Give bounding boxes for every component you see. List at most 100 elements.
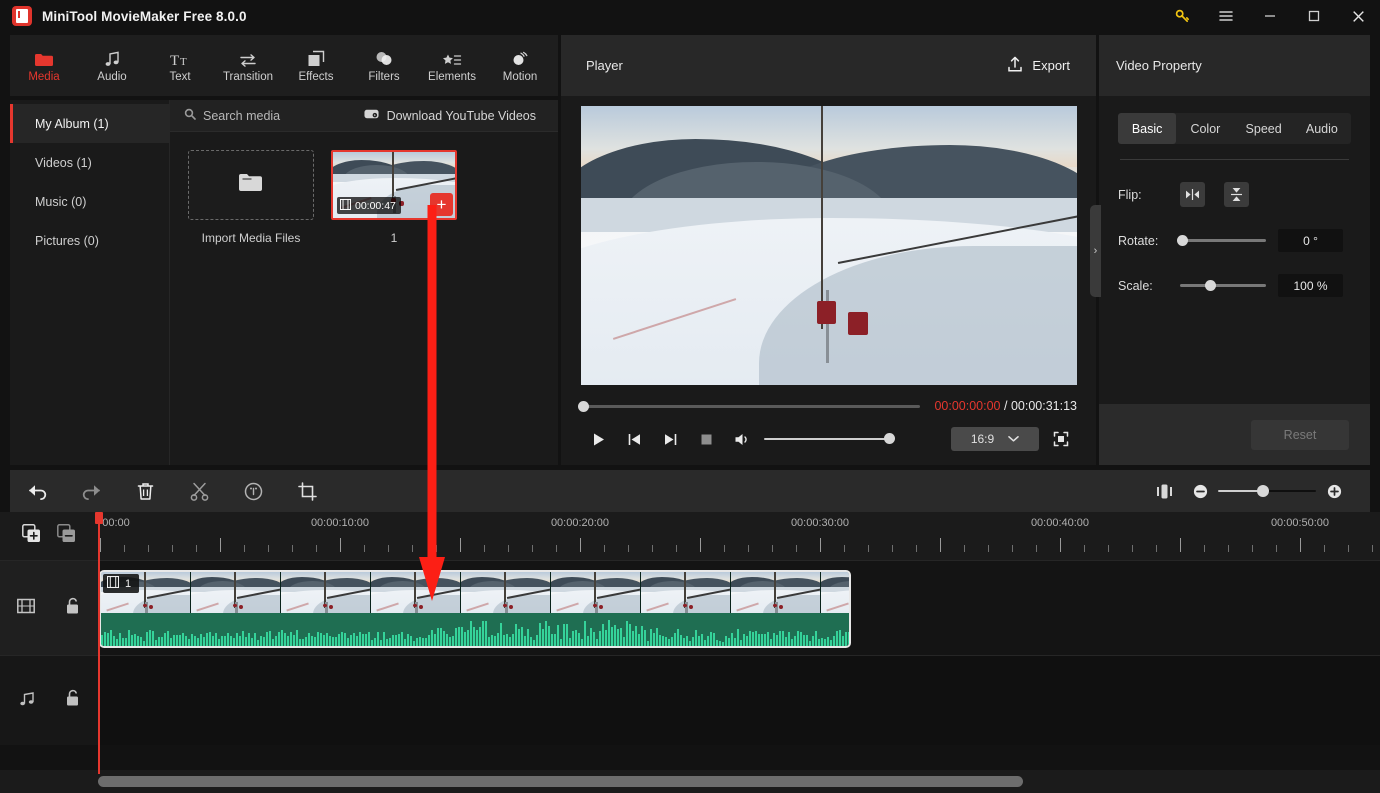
redo-icon[interactable] <box>64 470 118 512</box>
volume-icon[interactable] <box>724 426 760 452</box>
unlock-icon[interactable] <box>65 689 81 712</box>
folder-icon <box>238 172 264 198</box>
seek-bar-row: 00:00:00:00 / 00:00:31:13 <box>578 399 1077 413</box>
timeline-clip[interactable]: 1 <box>99 570 851 648</box>
next-frame-icon[interactable] <box>652 426 688 452</box>
scale-value[interactable]: 100 % <box>1278 274 1343 297</box>
import-media-cell[interactable]: Import Media Files <box>188 150 314 245</box>
sidebar-item-pictures[interactable]: Pictures (0) <box>10 221 169 260</box>
undo-icon[interactable] <box>10 470 64 512</box>
add-track-icon[interactable] <box>22 524 41 548</box>
waveform-bar <box>680 635 682 646</box>
ruler-tick <box>1300 538 1301 552</box>
circles-overlap-icon <box>375 48 393 68</box>
timeline-zoom-slider[interactable] <box>1218 484 1316 497</box>
sidebar-label-my-album: My Album (1) <box>35 116 109 131</box>
rotate-handle[interactable] <box>1177 234 1188 246</box>
import-media-box[interactable] <box>188 150 314 220</box>
media-thumbnail[interactable]: 00:00:47 + <box>331 150 457 220</box>
split-view-icon[interactable] <box>1146 470 1182 512</box>
previous-frame-icon[interactable] <box>616 426 652 452</box>
playhead[interactable] <box>95 512 103 774</box>
ruler-tick <box>1276 545 1277 552</box>
total-time: 00:00:31:13 <box>1010 399 1077 413</box>
tab-basic[interactable]: Basic <box>1118 113 1177 144</box>
seek-slider[interactable] <box>578 400 921 412</box>
duration-badge: 00:00:47 <box>337 197 401 214</box>
tab-speed[interactable]: Speed <box>1235 113 1293 144</box>
toolbar-item-text[interactable]: TT Text <box>146 35 214 96</box>
toolbar-item-transition[interactable]: Transition <box>214 35 282 96</box>
timeline-scrollbar[interactable] <box>0 770 1380 793</box>
close-icon[interactable] <box>1336 0 1380 32</box>
split-icon[interactable] <box>172 470 226 512</box>
waveform-bar <box>788 631 790 646</box>
play-icon[interactable] <box>580 426 616 452</box>
rotate-value[interactable]: 0 ° <box>1278 229 1343 252</box>
ruler-tick <box>124 545 125 552</box>
sidebar-item-videos[interactable]: Videos (1) <box>10 143 169 182</box>
zoom-out-button[interactable] <box>1182 470 1218 512</box>
waveform-bar <box>845 632 847 646</box>
scrollbar-thumb[interactable] <box>98 776 1023 787</box>
waveform-bar <box>695 630 697 646</box>
flip-vertical-icon[interactable] <box>1224 182 1249 207</box>
stop-icon[interactable] <box>688 426 724 452</box>
toolbar-item-audio[interactable]: Audio <box>78 35 146 96</box>
waveform-bar <box>509 636 511 646</box>
download-youtube-button[interactable]: Download YouTube Videos <box>364 108 536 123</box>
maximize-icon[interactable] <box>1292 0 1336 32</box>
waveform-bar <box>428 635 430 646</box>
flip-horizontal-icon[interactable] <box>1180 182 1205 207</box>
toolbar-item-effects[interactable]: Effects <box>282 35 350 96</box>
toolbar-item-motion[interactable]: Motion <box>486 35 554 96</box>
export-button[interactable]: Export <box>1007 56 1070 76</box>
waveform-bar <box>800 632 802 646</box>
media-thumbnail-cell[interactable]: 00:00:47 + 1 <box>331 150 457 245</box>
toolbar-item-filters[interactable]: Filters <box>350 35 418 96</box>
waveform-bar <box>791 638 793 646</box>
zoom-handle[interactable] <box>1257 484 1270 497</box>
unlock-icon[interactable] <box>65 597 81 620</box>
volume-slider[interactable] <box>764 433 895 445</box>
video-preview[interactable] <box>580 106 1077 385</box>
add-to-timeline-button[interactable]: + <box>430 193 453 216</box>
waveform-bar <box>653 632 655 646</box>
waveform-bar <box>140 637 142 646</box>
toolbar-item-media[interactable]: Media <box>10 35 78 96</box>
waveform-bar <box>362 633 364 646</box>
waveform-bar <box>128 629 130 646</box>
waveform-bar <box>308 633 310 646</box>
search-input[interactable]: Search media <box>184 108 280 123</box>
timeline-ruler[interactable]: 00:00 00:00:10:00 00:00:20:00 00:00:30:00 00… <box>98 512 1380 560</box>
seek-handle[interactable] <box>578 400 589 412</box>
delete-icon[interactable] <box>118 470 172 512</box>
hamburger-menu-icon[interactable] <box>1204 0 1248 32</box>
tab-audio[interactable]: Audio <box>1293 113 1351 144</box>
waveform-bar <box>677 629 679 646</box>
scale-slider[interactable] <box>1180 279 1266 291</box>
crop-icon[interactable] <box>280 470 334 512</box>
fullscreen-icon[interactable] <box>1045 426 1077 452</box>
sidebar-item-my-album[interactable]: My Album (1) <box>10 104 169 143</box>
minimize-icon[interactable] <box>1248 0 1292 32</box>
speed-icon[interactable] <box>226 470 280 512</box>
tab-color[interactable]: Color <box>1176 113 1234 144</box>
waveform-bar <box>650 629 652 646</box>
reset-button[interactable]: Reset <box>1251 419 1349 450</box>
time-separator: / <box>1003 399 1008 413</box>
rotate-slider[interactable] <box>1177 234 1266 246</box>
key-icon[interactable] <box>1160 0 1204 32</box>
sidebar-item-music[interactable]: Music (0) <box>10 182 169 221</box>
toolbar-item-elements[interactable]: Elements <box>418 35 486 96</box>
waveform-bar <box>602 623 604 646</box>
zoom-in-button[interactable] <box>1316 470 1352 512</box>
aspect-ratio-select[interactable]: 16:9 <box>951 427 1039 451</box>
scale-handle[interactable] <box>1205 279 1216 291</box>
video-track[interactable]: 1 <box>98 560 1380 655</box>
volume-handle[interactable] <box>884 433 895 445</box>
waveform-bar <box>332 636 334 646</box>
audio-track[interactable] <box>98 655 1380 745</box>
remove-track-icon[interactable] <box>57 524 76 548</box>
waveform-bar <box>551 634 553 646</box>
